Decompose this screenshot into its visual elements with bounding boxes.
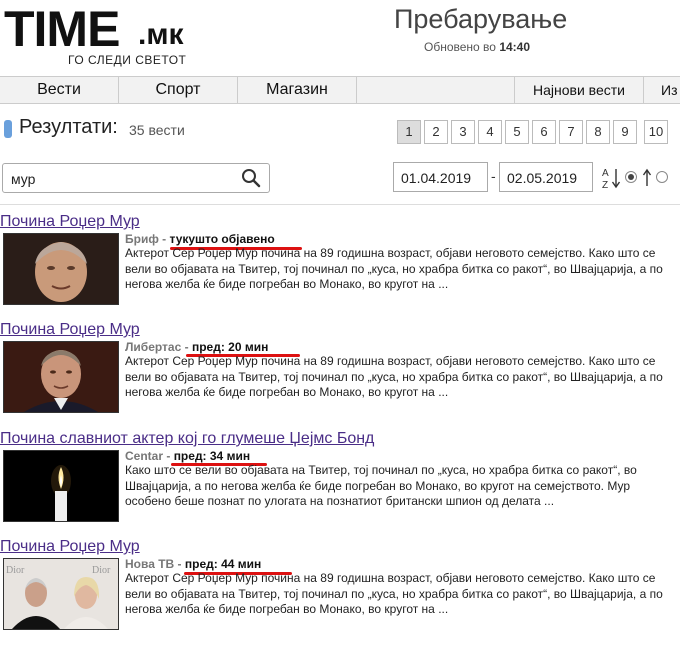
- article-meta: Centar - пред: 34 мин: [125, 449, 250, 463]
- article-snippet: Актерот Сер Роџер Мур почина на 89 годиш…: [125, 571, 663, 616]
- sort-az-radio[interactable]: [625, 171, 637, 183]
- date-from-field[interactable]: 01.04.2019: [393, 162, 488, 192]
- meta-separator: -: [174, 557, 185, 571]
- article-item: Почина Роџер Мур Dior Dior Нова ТВ - пре…: [0, 538, 680, 644]
- page-button-3[interactable]: 3: [451, 120, 475, 144]
- updated-label: Обновено во: [424, 40, 496, 54]
- results-accent-bar: [4, 120, 12, 138]
- results-count: 35 вести: [129, 122, 185, 138]
- sort-az-icon[interactable]: A Z: [601, 166, 623, 190]
- nav-item-latest-news[interactable]: Најнови вести: [514, 77, 644, 103]
- page-button-2[interactable]: 2: [424, 120, 448, 144]
- svg-text:A: A: [602, 168, 609, 179]
- article-thumbnail[interactable]: [3, 341, 119, 413]
- meta-separator: -: [181, 340, 192, 354]
- article-time: пред: 20 мин: [191, 340, 269, 354]
- page-button-10[interactable]: 10: [644, 120, 668, 144]
- article-source: Нова ТВ: [125, 557, 175, 571]
- updated-time: 14:40: [499, 40, 531, 54]
- search-box: [2, 163, 270, 193]
- article-meta: Бриф - тукушто објавено: [125, 232, 275, 246]
- nav-item-magazine[interactable]: Магазин: [238, 77, 357, 103]
- updated-status: Обновено во 14:40: [424, 40, 530, 54]
- article-item: Почина Роџер Мур Либертас - пред: 20 мин…: [0, 321, 680, 427]
- meta-separator: -: [163, 449, 174, 463]
- search-icon[interactable]: [241, 168, 261, 188]
- article-source: Бриф: [125, 232, 159, 246]
- page-button-4[interactable]: 4: [478, 120, 502, 144]
- svg-text:Z: Z: [602, 180, 608, 190]
- event-photo-image: Dior Dior: [4, 559, 118, 629]
- sort-date-radio[interactable]: [656, 171, 668, 183]
- portrait-image: [4, 234, 118, 304]
- article-time: пред: 44 мин: [184, 557, 262, 571]
- page-button-1[interactable]: 1: [397, 120, 421, 144]
- article-title-link[interactable]: Почина Роџер Мур: [0, 538, 140, 556]
- date-separator: -: [491, 168, 496, 184]
- portrait-image: [4, 342, 118, 412]
- article-title-link[interactable]: Почина Роџер Мур: [0, 213, 140, 231]
- article-thumbnail[interactable]: [3, 233, 119, 305]
- date-to-field[interactable]: 02.05.2019: [499, 162, 593, 192]
- meta-separator: -: [158, 232, 170, 246]
- svg-text:Dior: Dior: [6, 565, 25, 576]
- article-meta: Нова ТВ - пред: 44 мин: [125, 557, 261, 571]
- logo-text: TIME: [4, 1, 120, 57]
- results-label: Резултати:: [19, 116, 118, 138]
- article-snippet: Актерот Сер Роџер Мур почина на 89 годиш…: [125, 246, 663, 291]
- page-button-9[interactable]: 9: [613, 120, 637, 144]
- article-thumbnail[interactable]: Dior Dior: [3, 558, 119, 630]
- article-item: Почина Роџер Мур Бриф - тукушто објавено…: [0, 213, 680, 319]
- article-time: тукушто објавено: [169, 232, 275, 246]
- page-button-6[interactable]: 6: [532, 120, 556, 144]
- page-button-5[interactable]: 5: [505, 120, 529, 144]
- logo-domain: .мк: [138, 18, 184, 51]
- nav-item-sport[interactable]: Спорт: [119, 77, 238, 103]
- nav-item-news[interactable]: Вести: [0, 77, 119, 103]
- logo-tagline: ГО СЛЕДИ СВЕТОТ: [68, 53, 187, 67]
- site-logo[interactable]: TIME .мк ГО СЛЕДИ СВЕТОТ: [4, 2, 204, 68]
- page-button-8[interactable]: 8: [586, 120, 610, 144]
- nav-item-more[interactable]: Из: [643, 77, 680, 103]
- search-input[interactable]: [9, 168, 233, 190]
- divider: [0, 204, 680, 205]
- page-title: Пребарување: [394, 4, 568, 34]
- article-meta: Либертас - пред: 20 мин: [125, 340, 268, 354]
- article-snippet: Актерот Сер Роџер Мур почина на 89 годиш…: [125, 354, 663, 399]
- svg-text:Dior: Dior: [92, 565, 111, 576]
- article-source: Либертас: [125, 340, 182, 354]
- article-item: Почина славниот актер кој го глумеше Џеј…: [0, 430, 680, 536]
- candle-image: [4, 451, 118, 521]
- article-title-link[interactable]: Почина Роџер Мур: [0, 321, 140, 339]
- article-thumbnail[interactable]: [3, 450, 119, 522]
- article-title-link[interactable]: Почина славниот актер кој го глумеше Џеј…: [0, 430, 374, 448]
- article-snippet: Како што се вели во објавата на Твитер, …: [125, 463, 637, 508]
- page-button-7[interactable]: 7: [559, 120, 583, 144]
- article-time: пред: 34 мин: [173, 449, 251, 463]
- main-nav: Вести Спорт Магазин Најнови вести Из: [0, 76, 680, 104]
- article-source: Centar: [125, 449, 164, 463]
- sort-up-arrow-icon[interactable]: [641, 167, 653, 187]
